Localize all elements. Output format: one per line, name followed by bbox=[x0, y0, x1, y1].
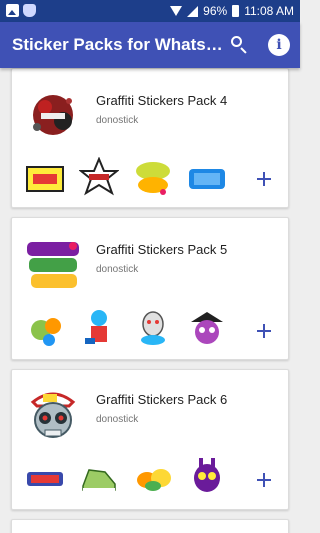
battery-icon bbox=[232, 5, 240, 17]
pack-tray-icon bbox=[27, 242, 79, 288]
clock: 11:08 AM bbox=[244, 4, 294, 18]
pack-tray-icon bbox=[30, 392, 76, 438]
app-bar: Sticker Packs for Whats… i bbox=[0, 22, 300, 68]
pack-author: donostick bbox=[96, 115, 139, 126]
search-button[interactable] bbox=[228, 33, 252, 57]
add-pack-button[interactable] bbox=[252, 319, 276, 343]
sticker-pack-card[interactable]: Graffiti Stickers Pack 6 donostick bbox=[11, 369, 289, 510]
add-pack-button[interactable] bbox=[252, 167, 276, 191]
pack-tray-icon bbox=[33, 95, 73, 135]
add-pack-button[interactable] bbox=[252, 468, 276, 492]
search-icon bbox=[231, 36, 242, 47]
signal-icon bbox=[187, 5, 199, 17]
sticker-preview bbox=[189, 169, 225, 189]
sticker-pack-card[interactable]: Graffiti Stickers Pack 5 donostick bbox=[11, 217, 289, 360]
sticker-preview bbox=[136, 162, 170, 195]
sticker-preview bbox=[194, 458, 220, 492]
sticker-preview bbox=[141, 311, 165, 345]
pack-title: Graffiti Stickers Pack 4 bbox=[96, 93, 228, 108]
sticker-pack-list[interactable]: Graffiti Stickers Pack 4 donostick Graff… bbox=[0, 68, 300, 533]
sticker-pack-card[interactable]: Graffiti Stickers Pack 4 donostick bbox=[11, 68, 289, 208]
notification-icons bbox=[6, 4, 36, 17]
sticker-preview bbox=[27, 472, 63, 486]
shield-notification-icon bbox=[23, 4, 36, 17]
sticker-preview bbox=[85, 310, 107, 344]
wifi-icon bbox=[170, 6, 183, 16]
pack-title: Graffiti Stickers Pack 5 bbox=[96, 242, 228, 257]
pack-author: donostick bbox=[96, 414, 139, 425]
info-button[interactable]: i bbox=[268, 34, 290, 56]
sticker-preview bbox=[191, 312, 223, 344]
battery-percent: 96% bbox=[203, 4, 228, 18]
sticker-pack-card[interactable] bbox=[11, 519, 289, 533]
status-bar: 96% 11:08 AM bbox=[0, 0, 300, 22]
gallery-notification-icon bbox=[6, 4, 19, 17]
search-icon-handle bbox=[240, 47, 247, 54]
sticker-preview bbox=[31, 318, 61, 346]
sticker-preview bbox=[137, 469, 171, 491]
pack-title: Graffiti Stickers Pack 6 bbox=[96, 392, 228, 407]
pack-author: donostick bbox=[96, 264, 139, 275]
info-icon: i bbox=[276, 37, 282, 53]
sticker-preview bbox=[82, 469, 116, 492]
sticker-preview bbox=[79, 157, 119, 196]
sticker-preview bbox=[26, 166, 64, 192]
system-icons: 96% 11:08 AM bbox=[170, 4, 294, 18]
app-title: Sticker Packs for Whats… bbox=[12, 35, 223, 54]
